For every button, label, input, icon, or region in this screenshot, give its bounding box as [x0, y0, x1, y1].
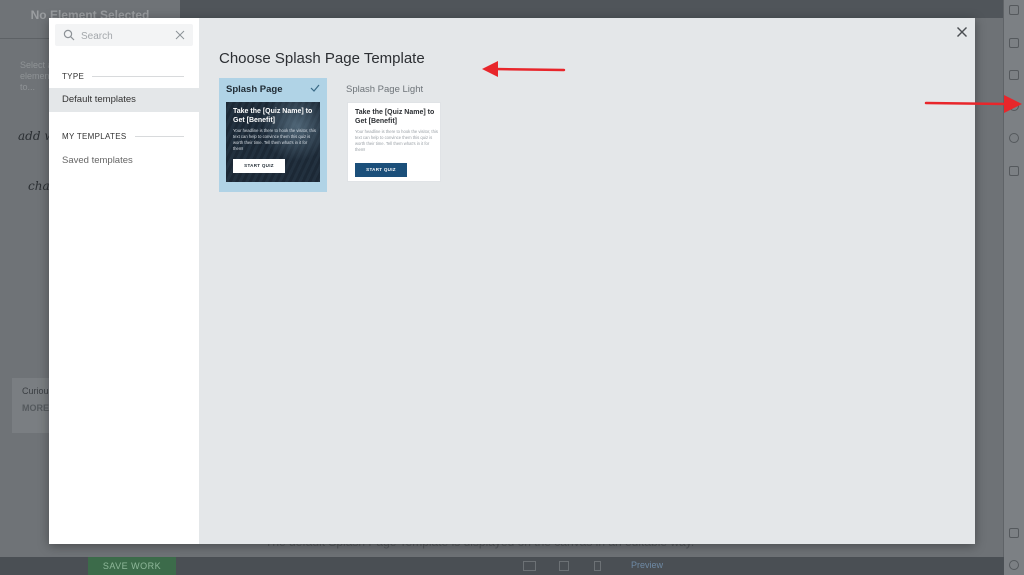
close-icon[interactable] — [956, 26, 968, 38]
editor-bottom-bar: SAVE WORK Preview — [0, 557, 1004, 575]
modal-title: Choose Splash Page Template — [219, 50, 425, 68]
red-arrow-annotation — [482, 61, 566, 77]
template-thumbnail: Take the [Quiz Name] to Get [Benefit] Yo… — [347, 102, 441, 182]
sidebar-item-saved-templates[interactable]: Saved templates — [49, 149, 199, 173]
thumbnail-start-button: START QUIZ — [233, 159, 285, 173]
section-heading-type: TYPE — [62, 72, 184, 81]
gear-icon[interactable] — [1009, 133, 1019, 143]
template-modal: TYPE Default templates MY TEMPLATES Save… — [49, 18, 975, 544]
chat-icon[interactable] — [1009, 528, 1019, 538]
menu-icon[interactable] — [1009, 5, 1019, 15]
clear-icon[interactable] — [175, 30, 185, 40]
divider — [92, 76, 184, 77]
layers-icon[interactable] — [1009, 70, 1019, 80]
thumbnail-headline: Take the [Quiz Name] to Get [Benefit] — [233, 108, 313, 124]
mobile-view-icon[interactable] — [594, 561, 601, 571]
search-box — [55, 24, 193, 46]
red-arrow-annotation — [924, 95, 1022, 113]
template-thumbnail: Take the [Quiz Name] to Get [Benefit] Yo… — [226, 102, 320, 182]
section-heading-label: TYPE — [62, 72, 85, 81]
preview-link[interactable]: Preview — [631, 560, 663, 570]
template-card-splash-page[interactable]: Splash Page Take the [Quiz Name] to Get … — [219, 78, 327, 192]
search-icon — [63, 29, 75, 41]
modal-sidebar: TYPE Default templates MY TEMPLATES Save… — [49, 18, 199, 544]
check-icon — [310, 84, 320, 92]
thumbnail-headline: Take the [Quiz Name] to Get [Benefit] — [355, 109, 435, 125]
help-icon[interactable] — [1009, 560, 1019, 570]
desktop-view-icon[interactable] — [523, 561, 536, 571]
sidebar-item-label: Default templates — [62, 94, 136, 105]
thumbnail-body: Your headline is there to hook the visit… — [233, 128, 316, 151]
editor-topbar — [180, 0, 1004, 18]
tablet-view-icon[interactable] — [559, 561, 569, 571]
save-work-button[interactable]: SAVE WORK — [88, 557, 176, 575]
search-input[interactable] — [79, 26, 173, 46]
sidebar-item-default-templates[interactable]: Default templates — [49, 88, 199, 112]
history-icon[interactable] — [1009, 166, 1019, 176]
section-heading-label: MY TEMPLATES — [62, 132, 127, 141]
add-element-icon[interactable] — [1009, 38, 1019, 48]
template-name: Splash Page Light — [346, 84, 424, 95]
editor-right-toolbar — [1003, 0, 1024, 575]
section-heading-my-templates: MY TEMPLATES — [62, 132, 184, 141]
template-name: Splash Page — [226, 84, 283, 95]
thumbnail-start-button: START QUIZ — [355, 163, 407, 177]
divider — [134, 136, 184, 137]
sidebar-item-label: Saved templates — [62, 155, 133, 166]
template-card-splash-page-light[interactable]: Splash Page Light Take the [Quiz Name] t… — [339, 78, 447, 192]
thumbnail-body: Your headline is there to hook the visit… — [355, 129, 438, 152]
